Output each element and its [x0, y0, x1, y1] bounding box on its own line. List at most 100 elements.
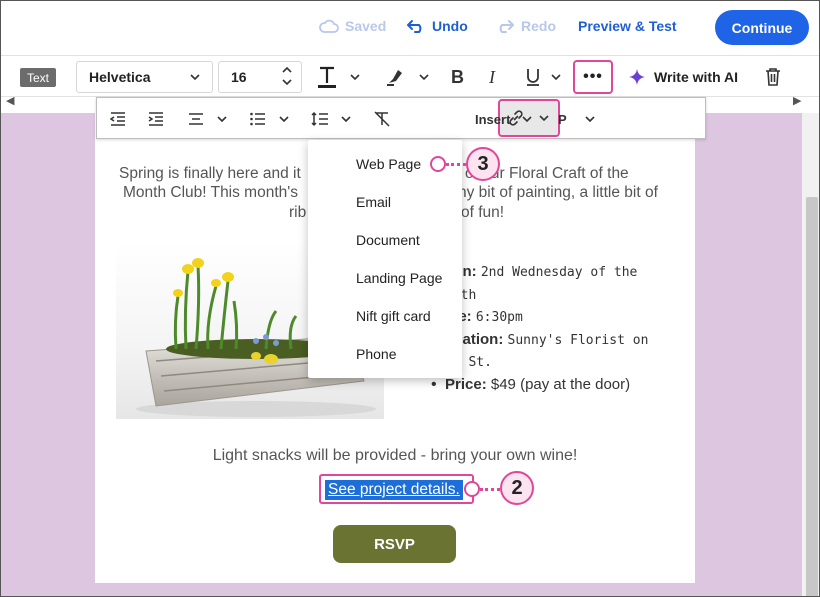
write-with-ai-button[interactable]: Write with AI [628, 68, 738, 86]
font-size-stepper[interactable] [281, 64, 293, 88]
vertical-scrollbar[interactable] [802, 113, 819, 596]
insert-label: Insert [475, 111, 511, 127]
line-height-button[interactable] [311, 108, 353, 130]
paragraph-toolbar: Insert P [96, 97, 706, 139]
link-type-menu: Web Page Email Document Landing Page Nif… [308, 140, 462, 378]
sparkle-icon [629, 69, 645, 85]
text-color-icon [318, 66, 336, 88]
paragraph-label: P [558, 111, 567, 127]
detail-value: 6:30pm [475, 310, 523, 325]
callout-2-pointer [464, 481, 480, 497]
format-toolbar: Text Helvetica 16 B I ••• Write with AI [1, 55, 819, 97]
font-size-input[interactable]: 16 [218, 61, 302, 93]
project-link-highlight: See project details. [319, 474, 474, 504]
write-ai-label: Write with AI [654, 69, 738, 85]
detail-value: $49 (pay at the door) [490, 375, 631, 393]
cloud-icon [319, 19, 339, 33]
intro-right-line-2: ny bit of painting, a little bit of [458, 184, 658, 201]
chevron-down-icon [279, 116, 289, 123]
callout-3-connector [446, 163, 466, 166]
list-button[interactable] [249, 108, 291, 130]
chevron-down-icon [217, 116, 227, 123]
detail-label: Price: [445, 375, 487, 393]
event-details-list[interactable]: hen: 2nd Wednesday of the onth me: 6:30p… [431, 261, 681, 395]
redo-icon [499, 20, 514, 33]
clear-format-button[interactable] [373, 108, 391, 130]
chevron-down-icon[interactable] [281, 76, 293, 88]
font-size-value: 16 [231, 69, 247, 85]
preview-label: Preview & Test [578, 18, 677, 34]
chevron-down-icon [551, 74, 561, 81]
redo-label: Redo [521, 18, 556, 34]
chevron-down-icon [419, 74, 429, 81]
chevron-up-icon[interactable] [281, 64, 293, 76]
paragraph-style-button[interactable]: P [558, 108, 597, 130]
bold-button[interactable]: B [451, 64, 464, 90]
undo-button[interactable]: Undo [406, 18, 468, 34]
clear-format-icon [374, 111, 390, 127]
trash-icon [766, 68, 780, 86]
redo-button[interactable]: Redo [495, 18, 556, 34]
align-center-icon [189, 113, 203, 125]
intro-line-2: Month Club! This month's [123, 184, 298, 201]
menu-item-email[interactable]: Email [356, 194, 391, 210]
detail-value: 2nd Wednesday of the [480, 265, 638, 280]
saved-label: Saved [345, 18, 387, 34]
chevron-down-icon [585, 116, 595, 123]
detail-price: Price: $49 (pay at the door) [431, 374, 681, 396]
step-3-callout: 3 [466, 147, 500, 181]
undo-label: Undo [432, 18, 468, 34]
project-details-link[interactable]: See project details. [325, 480, 463, 500]
insert-button[interactable]: Insert [475, 108, 534, 130]
detail-when-cont: onth [431, 284, 681, 307]
intro-line-1: Spring is finally here and it [119, 165, 301, 182]
highlight-button[interactable] [385, 64, 431, 90]
detail-when: hen: 2nd Wednesday of the [431, 261, 681, 284]
callout-2-connector [480, 488, 500, 491]
continue-button[interactable]: Continue [715, 10, 809, 45]
menu-item-landing-page[interactable]: Landing Page [356, 270, 442, 286]
italic-icon: I [489, 66, 495, 87]
saved-status: Saved [319, 18, 386, 34]
underline-icon [527, 69, 539, 86]
outdent-button[interactable] [109, 108, 127, 130]
more-options-button[interactable]: ••• [573, 60, 613, 94]
callout-3-pointer [430, 156, 446, 172]
highlighter-icon [387, 70, 402, 86]
snacks-text[interactable]: Light snacks will be provided - bring yo… [95, 447, 695, 465]
top-bar: Saved Undo Redo Preview & Test Continue [1, 1, 819, 55]
chevron-down-icon [341, 116, 351, 123]
scrollbar-thumb[interactable] [806, 197, 818, 596]
align-button[interactable] [187, 108, 229, 130]
rsvp-button[interactable]: RSVP [333, 525, 456, 563]
italic-button[interactable]: I [489, 64, 495, 90]
editor-window: Saved Undo Redo Preview & Test Continue … [0, 0, 820, 597]
menu-item-phone[interactable]: Phone [356, 346, 396, 362]
menu-item-web-page[interactable]: Web Page [356, 156, 421, 172]
block-type-badge: Text [20, 68, 56, 87]
bold-icon: B [451, 66, 464, 87]
chevron-down-icon [350, 74, 360, 81]
preview-test-button[interactable]: Preview & Test [578, 18, 677, 34]
detail-location: ocation: Sunny's Florist on [431, 329, 681, 352]
bullet-list-icon [250, 112, 265, 126]
delete-button[interactable] [764, 64, 782, 90]
menu-item-document[interactable]: Document [356, 232, 420, 248]
intro-line-3: rib [289, 204, 307, 221]
scroll-left-icon[interactable]: ◀ [6, 94, 14, 107]
chevron-down-icon [539, 115, 549, 122]
scroll-right-icon[interactable]: ▶ [793, 94, 801, 107]
font-family-select[interactable]: Helvetica [76, 61, 213, 93]
chevron-down-icon [522, 116, 532, 123]
underline-button[interactable] [525, 64, 563, 90]
indent-button[interactable] [147, 108, 165, 130]
detail-location-cont: in St. [431, 351, 681, 374]
text-color-button[interactable] [314, 64, 362, 90]
undo-icon [407, 20, 422, 33]
menu-item-nift-gift-card[interactable]: Nift gift card [356, 308, 431, 324]
step-2-callout: 2 [500, 471, 534, 505]
outdent-icon [109, 112, 125, 126]
detail-time: me: 6:30pm [431, 306, 681, 329]
indent-icon [148, 112, 163, 126]
detail-value: Sunny's Florist on [507, 332, 649, 348]
